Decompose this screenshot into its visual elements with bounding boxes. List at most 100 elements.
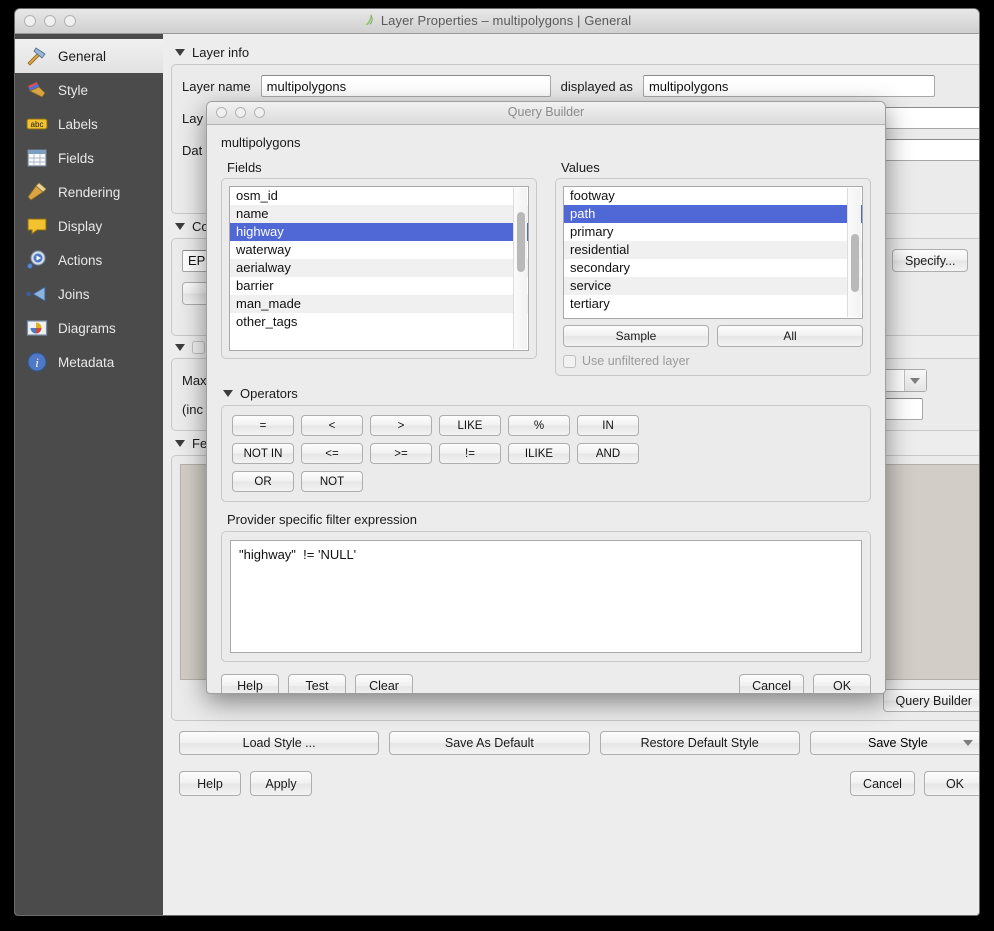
brush-icon: [25, 78, 49, 102]
list-item[interactable]: man_made: [230, 295, 528, 313]
sidebar-item-actions[interactable]: Actions: [15, 243, 163, 277]
collapse-triangle-icon[interactable]: [223, 390, 233, 397]
sidebar-item-display[interactable]: Display: [15, 209, 163, 243]
values-listbox[interactable]: footway path primary residential seconda…: [563, 186, 863, 319]
specify-button[interactable]: Specify...: [892, 249, 968, 272]
list-item[interactable]: name: [230, 205, 528, 223]
list-item[interactable]: waterway: [230, 241, 528, 259]
displayed-as-input[interactable]: [643, 75, 935, 97]
sidebar-item-style[interactable]: Style: [15, 73, 163, 107]
list-item[interactable]: highway: [230, 223, 528, 241]
use-unfiltered-layer-row[interactable]: Use unfiltered layer: [563, 354, 863, 368]
table-icon: [25, 146, 49, 170]
qb-test-button[interactable]: Test: [288, 674, 346, 694]
load-style-button[interactable]: Load Style ...: [179, 731, 379, 755]
all-button[interactable]: All: [717, 325, 863, 347]
query-builder-button[interactable]: Query Builder: [883, 689, 980, 712]
fields-label: Fields: [227, 160, 537, 175]
fields-scrollbar[interactable]: [513, 188, 527, 349]
list-item[interactable]: residential: [564, 241, 862, 259]
fields-listbox[interactable]: osm_id name highway waterway aerialway b…: [229, 186, 529, 351]
sample-button[interactable]: Sample: [563, 325, 709, 347]
sidebar-item-label: Style: [58, 83, 88, 98]
cancel-button[interactable]: Cancel: [850, 771, 915, 796]
sidebar-item-fields[interactable]: Fields: [15, 141, 163, 175]
qb-cancel-button[interactable]: Cancel: [739, 674, 804, 694]
collapse-triangle-icon[interactable]: [175, 49, 185, 56]
operator-button-gte[interactable]: >=: [370, 443, 432, 464]
fields-scroll-thumb[interactable]: [517, 212, 525, 272]
use-unfiltered-layer-checkbox[interactable]: [563, 355, 576, 368]
operators-group-header[interactable]: Operators: [223, 386, 871, 401]
chevron-down-icon: [910, 378, 920, 384]
sidebar-item-joins[interactable]: Joins: [15, 277, 163, 311]
sidebar-item-general[interactable]: General: [15, 39, 163, 73]
restore-default-style-button[interactable]: Restore Default Style: [600, 731, 800, 755]
list-item[interactable]: barrier: [230, 277, 528, 295]
operator-button-or[interactable]: OR: [232, 471, 294, 492]
operator-button-like[interactable]: LIKE: [439, 415, 501, 436]
operator-button-eq[interactable]: =: [232, 415, 294, 436]
svg-text:i: i: [35, 355, 39, 370]
sidebar-item-metadata[interactable]: i Metadata: [15, 345, 163, 379]
sidebar-item-label: Labels: [58, 117, 98, 132]
layer-name-input[interactable]: [261, 75, 551, 97]
list-item[interactable]: footway: [564, 187, 862, 205]
diagram-icon: [25, 316, 49, 340]
sidebar-item-label: Metadata: [58, 355, 114, 370]
save-as-default-button[interactable]: Save As Default: [389, 731, 589, 755]
expression-frame: "highway" != 'NULL': [221, 531, 871, 662]
list-item[interactable]: path: [564, 205, 862, 223]
help-button[interactable]: Help: [179, 771, 241, 796]
window-titlebar[interactable]: Layer Properties – multipolygons | Gener…: [15, 9, 979, 34]
operator-button-neq[interactable]: !=: [439, 443, 501, 464]
data-source-label: Dat: [182, 143, 202, 158]
collapse-triangle-icon[interactable]: [175, 440, 185, 447]
sidebar-item-diagrams[interactable]: Diagrams: [15, 311, 163, 345]
window-title-text: Layer Properties – multipolygons | Gener…: [15, 13, 979, 28]
operator-button-and[interactable]: AND: [577, 443, 639, 464]
save-style-dropdown-button[interactable]: Save Style: [810, 731, 980, 755]
values-scroll-thumb[interactable]: [851, 234, 859, 292]
fields-column: Fields osm_id name highway waterway aeri…: [221, 160, 537, 376]
list-item[interactable]: aerialway: [230, 259, 528, 277]
qb-help-button[interactable]: Help: [221, 674, 279, 694]
collapse-triangle-icon[interactable]: [175, 223, 185, 230]
query-builder-titlebar[interactable]: Query Builder: [207, 102, 885, 125]
operators-grid: = < > LIKE % IN NOT IN <= >= != ILIKE AN…: [232, 415, 682, 492]
qb-ok-button[interactable]: OK: [813, 674, 871, 694]
layer-info-group-header[interactable]: Layer info: [175, 45, 980, 60]
values-scrollbar[interactable]: [847, 188, 861, 317]
list-item[interactable]: secondary: [564, 259, 862, 277]
list-item[interactable]: service: [564, 277, 862, 295]
operator-button-percent[interactable]: %: [508, 415, 570, 436]
sidebar-item-labels[interactable]: abc Labels: [15, 107, 163, 141]
operator-button-in[interactable]: IN: [577, 415, 639, 436]
speech-bubble-icon: [25, 214, 49, 238]
operator-button-lte[interactable]: <=: [301, 443, 363, 464]
list-item[interactable]: osm_id: [230, 187, 528, 205]
list-item[interactable]: primary: [564, 223, 862, 241]
qb-layer-name: multipolygons: [221, 135, 871, 150]
apply-button[interactable]: Apply: [250, 771, 312, 796]
operator-button-not-in[interactable]: NOT IN: [232, 443, 294, 464]
filter-expression-textarea[interactable]: "highway" != 'NULL': [230, 540, 862, 653]
list-item[interactable]: tertiary: [564, 295, 862, 313]
operator-button-gt[interactable]: >: [370, 415, 432, 436]
layer-source-label: Lay: [182, 111, 203, 126]
operators-groupbox: = < > LIKE % IN NOT IN <= >= != ILIKE AN…: [221, 405, 871, 502]
operator-button-lt[interactable]: <: [301, 415, 363, 436]
combo-arrow-box[interactable]: [904, 370, 926, 391]
operator-button-not[interactable]: NOT: [301, 471, 363, 492]
collapse-triangle-icon[interactable]: [175, 344, 185, 351]
list-item[interactable]: other_tags: [230, 313, 528, 331]
operator-button-ilike[interactable]: ILIKE: [508, 443, 570, 464]
qb-clear-button[interactable]: Clear: [355, 674, 413, 694]
ok-button[interactable]: OK: [924, 771, 980, 796]
scale-visibility-checkbox[interactable]: [192, 341, 205, 354]
sidebar-item-rendering[interactable]: Rendering: [15, 175, 163, 209]
values-action-buttons: Sample All: [563, 325, 863, 347]
expression-label: Provider specific filter expression: [227, 512, 871, 527]
window-title-label: Layer Properties – multipolygons | Gener…: [381, 13, 631, 28]
chevron-down-icon: [963, 740, 973, 746]
